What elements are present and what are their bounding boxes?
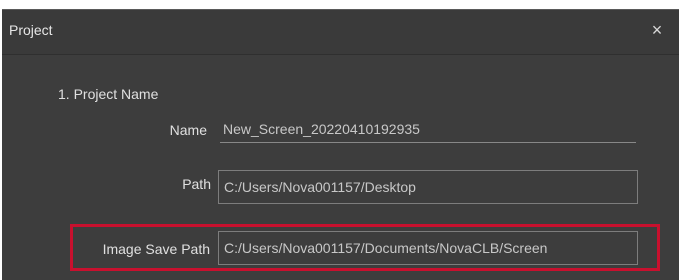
name-input[interactable]: New_Screen_20220410192935 — [220, 117, 636, 143]
image-save-path-label: Image Save Path — [102, 241, 210, 257]
section-title: 1. Project Name — [58, 86, 159, 102]
path-label: Path — [182, 176, 211, 192]
name-label: Name — [169, 122, 207, 138]
close-icon[interactable]: × — [649, 21, 665, 39]
path-input[interactable]: C:/Users/Nova001157/Desktop — [218, 170, 638, 204]
dialog-title: Project — [9, 22, 53, 38]
dialog-title-bar: Project × — [2, 10, 679, 55]
image-save-path-input[interactable]: C:/Users/Nova001157/Documents/NovaCLB/Sc… — [218, 231, 638, 265]
